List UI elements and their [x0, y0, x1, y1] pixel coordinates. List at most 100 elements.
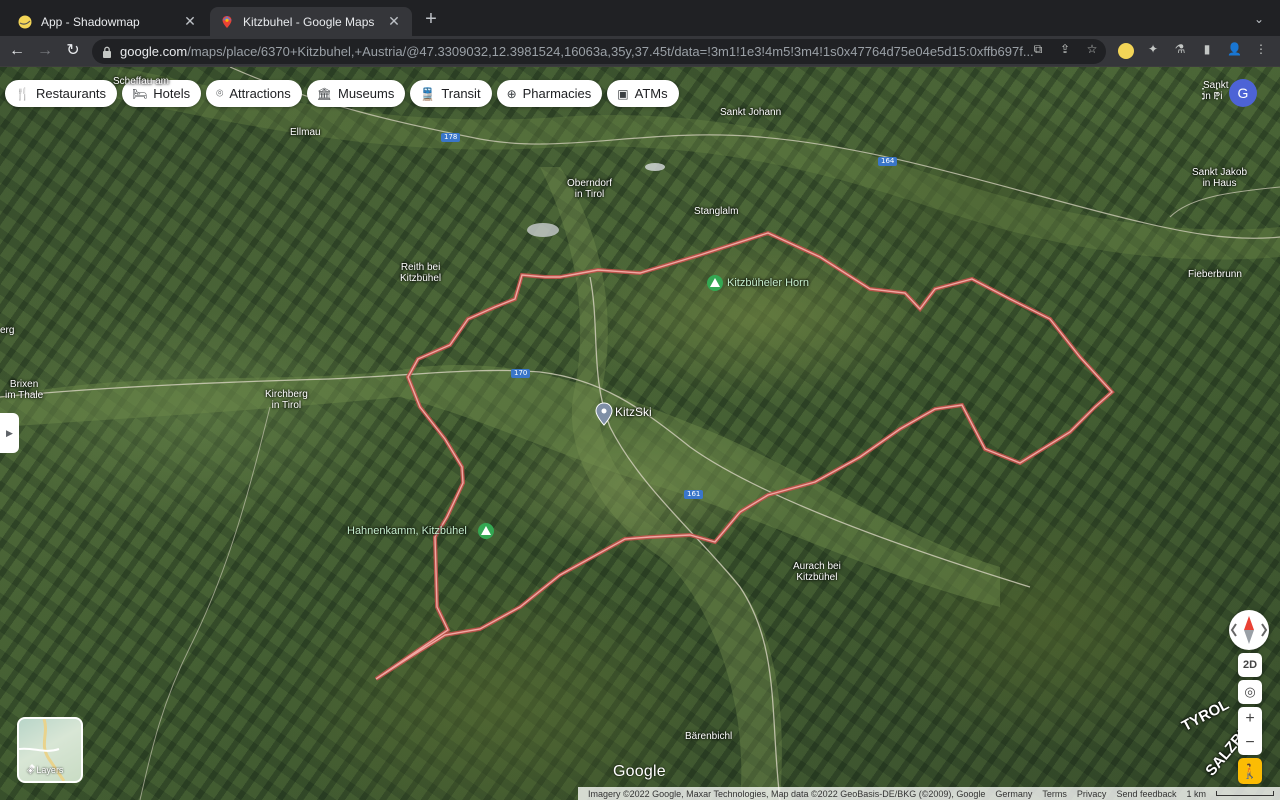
- account-avatar[interactable]: G: [1229, 79, 1257, 107]
- fork-knife-icon: 🍴: [15, 86, 30, 101]
- tab-close-icon[interactable]: ✕: [386, 13, 402, 30]
- chip-label: ATMs: [634, 86, 668, 101]
- zoom-out-button[interactable]: −: [1238, 731, 1262, 755]
- new-tab-button[interactable]: +: [422, 9, 440, 29]
- scale-bar: [1216, 791, 1274, 796]
- place-label-reith[interactable]: Reith bei Kitzbühel: [400, 262, 441, 284]
- place-label-kitzbueheler-horn[interactable]: Kitzbüheler Horn: [727, 278, 809, 289]
- place-label-sankt-johann[interactable]: Sankt Johann: [720, 107, 781, 118]
- chip-atms[interactable]: ▣ ATMs: [607, 80, 679, 107]
- side-panel-toggle[interactable]: ▶: [0, 413, 19, 453]
- quarry-area: [527, 223, 559, 237]
- address-bar[interactable]: google.com/maps/place/6370+Kitzbuhel,+Au…: [92, 39, 1106, 64]
- chip-label: Attractions: [229, 86, 291, 101]
- tab-google-maps[interactable]: Kitzbuhel - Google Maps ✕: [210, 7, 412, 36]
- shadowmap-favicon-icon: [18, 15, 32, 28]
- place-label-baerenbichl[interactable]: Bärenbichl: [685, 731, 732, 742]
- bed-icon: 🛏: [132, 86, 148, 101]
- toggle-2d-button[interactable]: 2D: [1238, 653, 1262, 677]
- building-area: [645, 163, 665, 171]
- place-label-hahnenkamm[interactable]: Hahnenkamm, Kitzbühel: [347, 526, 467, 537]
- mountain-peak-icon[interactable]: [707, 275, 723, 291]
- place-label-ellmau[interactable]: Ellmau: [290, 127, 321, 138]
- browser-toolbar: ← → ↻ google.com/maps/place/6370+Kitzbuh…: [0, 36, 1280, 67]
- send-feedback-link[interactable]: Send feedback: [1116, 789, 1176, 799]
- tab-title: App - Shadowmap: [41, 14, 140, 29]
- road-shield: 178: [441, 133, 461, 142]
- back-button[interactable]: ←: [6, 40, 28, 62]
- chip-label: Restaurants: [35, 86, 107, 101]
- lock-icon: [103, 46, 111, 58]
- imagery-credit: Imagery ©2022 Google, Maxar Technologies…: [587, 788, 986, 799]
- country-link[interactable]: Germany: [995, 789, 1032, 799]
- valley-area: [0, 365, 1000, 607]
- place-label-sankt-jakob[interactable]: Sankt Jakob in Haus: [1192, 167, 1247, 189]
- chip-attractions[interactable]: ⌾ Attractions: [206, 80, 302, 107]
- google-apps-icon[interactable]: ⋮⋮: [1196, 86, 1224, 100]
- google-maps-favicon-icon: [222, 15, 232, 28]
- mountain-peak-icon[interactable]: [478, 523, 494, 539]
- pharmacy-icon: ⊕: [506, 86, 517, 101]
- museum-icon: 🏛: [316, 86, 332, 101]
- chip-restaurants[interactable]: 🍴 Restaurants: [5, 80, 118, 107]
- layers-label: ◈ Layers: [27, 765, 63, 776]
- tab-shadowmap[interactable]: App - Shadowmap ✕: [8, 7, 208, 36]
- tab-close-icon[interactable]: ✕: [182, 13, 198, 30]
- shadowmap-extension-icon[interactable]: [1118, 43, 1134, 59]
- forward-button[interactable]: →: [34, 40, 56, 62]
- compass-button[interactable]: [1229, 610, 1269, 650]
- attribution-strip: Imagery ©2022 Google, Maxar Technologies…: [577, 787, 1280, 800]
- privacy-link[interactable]: Privacy: [1077, 789, 1107, 799]
- share-icon[interactable]: ⇪: [1058, 42, 1072, 56]
- terms-link[interactable]: Terms: [1042, 789, 1067, 799]
- chip-pharmacies[interactable]: ⊕ Pharmacies: [496, 80, 603, 107]
- scale-label[interactable]: 1 km: [1186, 789, 1206, 799]
- map-overlay: [0, 67, 1280, 800]
- tab-title: Kitzbuhel - Google Maps: [243, 14, 375, 29]
- my-location-icon[interactable]: ◎: [1238, 680, 1262, 704]
- satellite-map[interactable]: 🍴 Restaurants 🛏 Hotels ⌾ Attractions 🏛 Museu…: [0, 67, 1280, 800]
- place-label-kitzski[interactable]: KitzSki: [615, 406, 652, 418]
- side-panel-icon[interactable]: ▮: [1200, 42, 1214, 56]
- place-label-oberndorf[interactable]: Oberndorf in Tirol: [567, 178, 612, 200]
- road: [1169, 186, 1280, 218]
- attribution-bar: Imagery ©2022 Google, Maxar Technologies…: [0, 787, 1280, 800]
- google-logo: Google: [613, 763, 666, 780]
- place-label-brixen[interactable]: Brixen im Thale: [5, 379, 43, 401]
- road-shield: 170: [511, 369, 531, 378]
- chip-transit[interactable]: 🚆 Transit: [410, 80, 492, 107]
- place-label-stanglalm[interactable]: Stanglalm: [694, 206, 738, 217]
- profile-icon[interactable]: 👤: [1227, 42, 1242, 56]
- chip-museums[interactable]: 🏛 Museums: [306, 80, 406, 107]
- url-path: /maps/place/6370+Kitzbuhel,+Austria/@47.…: [187, 44, 1034, 59]
- place-label-aurach[interactable]: Aurach bei Kitzbühel: [793, 561, 841, 583]
- layers-text: Layers: [36, 765, 64, 775]
- zoom-in-button[interactable]: +: [1238, 707, 1262, 731]
- atm-icon: ▣: [617, 86, 629, 101]
- compass-icon: [1230, 616, 1268, 644]
- layers-button[interactable]: ◈ Layers: [17, 717, 83, 783]
- place-label-kirchberg[interactable]: Kirchberg in Tirol: [265, 389, 308, 411]
- place-label-scheffau[interactable]: Scheffau am: [113, 76, 169, 87]
- open-in-app-icon[interactable]: ⧉: [1031, 42, 1045, 56]
- url-host: google.com: [120, 44, 188, 59]
- road-shield: 164: [878, 157, 898, 166]
- tab-strip: App - Shadowmap ✕ Kitzbuhel - Google Map…: [0, 0, 1280, 36]
- url-text: google.com/maps/place/6370+Kitzbuhel,+Au…: [120, 44, 1106, 59]
- place-label-partial[interactable]: erg: [0, 325, 14, 336]
- reload-button[interactable]: ↻: [62, 40, 84, 62]
- layers-icon: ◈: [27, 765, 37, 775]
- place-label-fieberbrunn[interactable]: Fieberbrunn: [1188, 269, 1242, 280]
- extensions-puzzle-icon[interactable]: ✦: [1146, 42, 1160, 56]
- category-chips: 🍴 Restaurants 🛏 Hotels ⌾ Attractions 🏛 Museu…: [5, 80, 679, 107]
- zoom-control: + −: [1238, 707, 1262, 755]
- chrome-menu-icon[interactable]: ⋮: [1254, 42, 1268, 56]
- pegman-icon[interactable]: 🚶: [1238, 758, 1262, 784]
- bookmark-star-icon[interactable]: ☆: [1085, 42, 1099, 56]
- attraction-icon: ⌾: [216, 86, 224, 100]
- chip-label: Hotels: [153, 86, 191, 101]
- lab-flask-icon[interactable]: ⚗: [1173, 42, 1187, 56]
- chip-label: Pharmacies: [522, 86, 592, 101]
- tab-search-icon[interactable]: ⌄: [1254, 12, 1268, 26]
- road-shield: 161: [684, 490, 704, 499]
